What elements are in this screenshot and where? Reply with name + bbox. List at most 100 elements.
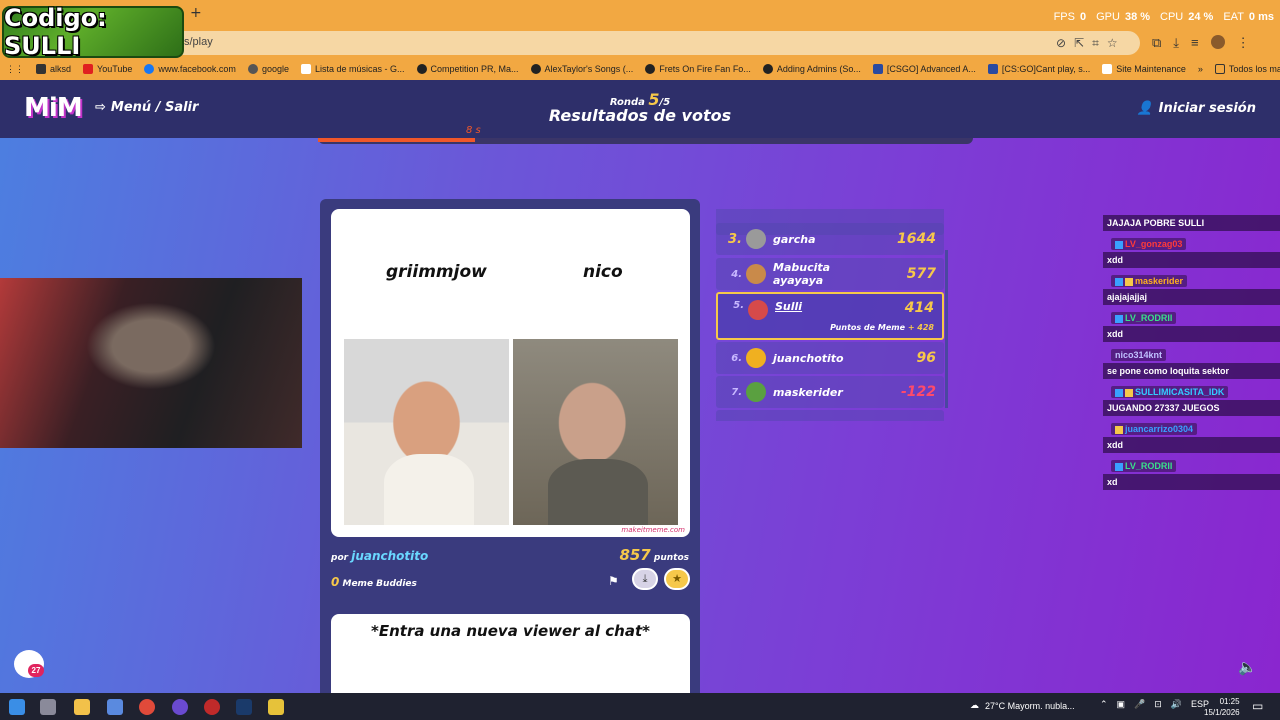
url-field[interactable]: s/play	[150, 31, 1140, 55]
download-meme-button[interactable]: ⤓	[632, 568, 658, 590]
volume-icon[interactable]: 🔊	[1171, 699, 1182, 710]
install-icon[interactable]: ⇱	[1074, 36, 1084, 51]
windows-start-icon[interactable]	[9, 699, 25, 715]
extensions-icon[interactable]: ⧉	[1152, 35, 1161, 51]
timer-bar	[318, 138, 973, 144]
badge-icon	[1125, 277, 1133, 286]
bookmark-item[interactable]: Site Maintenance	[1096, 64, 1192, 74]
apps-grid-icon[interactable]: ⋮⋮	[0, 64, 30, 75]
new-tab-button[interactable]: +	[190, 5, 202, 21]
badge-icon	[1115, 314, 1123, 323]
task-view-icon[interactable]	[40, 699, 56, 715]
meme-panel: griimmjow nico makeitmeme.com por juanch…	[320, 199, 700, 693]
cloud-icon: ☁	[970, 700, 979, 710]
profile-avatar[interactable]	[1210, 35, 1225, 49]
meme-image-left	[344, 339, 509, 525]
ranking-row: 4. Mabucita ayayaya 577	[716, 258, 944, 290]
kebab-menu-icon[interactable]: ⋮	[1237, 35, 1250, 51]
chat-message: JAJAJA POBRE SULLI	[1103, 215, 1280, 231]
chat-message: juancarrizo0304 xdd	[1103, 419, 1280, 453]
bookmarks-folder[interactable]: Todos los marcadores	[1209, 64, 1280, 74]
bookmark-item[interactable]: www.facebook.com	[138, 64, 242, 74]
chat-message: LV_RODRII xd	[1103, 456, 1280, 490]
taskbar: ☁ 27°C Mayorm. nubla... ⌃ ▣ 🎤 ⊡ 🔊 ESP 01:…	[0, 693, 1280, 720]
report-flag-icon[interactable]: ⚑	[608, 574, 619, 588]
chat-message: maskerider ajajajajjaj	[1103, 271, 1280, 305]
bookmark-item[interactable]: Adding Admins (So...	[757, 64, 867, 74]
bookmark-item[interactable]: alksd	[30, 64, 77, 74]
meme-image-right	[513, 339, 678, 525]
weather-widget[interactable]: ☁ 27°C Mayorm. nubla...	[970, 700, 1075, 711]
avatar	[746, 382, 766, 402]
browser-toolbar: ⧉ ⤓ ≡ ⋮	[1152, 35, 1250, 51]
perf-cpu: CPU 24 %	[1160, 11, 1214, 23]
clock[interactable]: 01:25 15/1/2026	[1204, 696, 1240, 718]
chat-message: LV_gonzag03 xdd	[1103, 234, 1280, 268]
meme-caption-right: nico	[583, 262, 623, 282]
notification-badge: 27	[28, 664, 44, 677]
badge-icon	[1115, 388, 1123, 397]
bookmark-item[interactable]: Competition PR, Ma...	[411, 64, 525, 74]
ranking-row-partial	[716, 410, 944, 421]
badge-icon	[1115, 240, 1123, 249]
steam-icon[interactable]	[236, 699, 252, 715]
meme-author: por juanchotito	[331, 549, 429, 563]
chat-message: nico314knt se pone como loquita sektor	[1103, 345, 1280, 379]
translate-icon[interactable]: ⌗	[1092, 36, 1099, 51]
bookmarks-overflow[interactable]: »	[1192, 64, 1209, 74]
star-bookmark-icon[interactable]: ☆	[1107, 36, 1118, 51]
timer-progress	[318, 138, 476, 142]
microphone-icon[interactable]: 🎤	[1134, 699, 1145, 710]
bookmark-item[interactable]: [CS:GO]Cant play, s...	[982, 64, 1096, 74]
ranking-row-current: 5. Sulli 414 Puntos de Meme + 428	[716, 292, 944, 340]
calculator-icon[interactable]	[107, 699, 123, 715]
ranking-list: 3. garcha 1644 4. Mabucita ayayaya 577 5…	[716, 209, 944, 421]
ranking-row: 7. maskerider -122	[716, 376, 944, 408]
avatar	[746, 348, 766, 368]
bookmark-item[interactable]: [CSGO] Advanced A...	[867, 64, 982, 74]
favorite-meme-button[interactable]: ★	[664, 568, 690, 590]
chrome-icon[interactable]	[139, 699, 155, 715]
file-explorer-icon[interactable]	[74, 699, 90, 715]
bookmark-item[interactable]: YouTube	[77, 64, 138, 74]
bookmark-item[interactable]: AlexTaylor's Songs (...	[525, 64, 640, 74]
bookmark-item[interactable]: Lista de músicas - G...	[295, 64, 411, 74]
url-actions: ⊘ ⇱ ⌗ ☆	[1056, 36, 1118, 51]
login-button[interactable]: 👤 Iniciar sesión	[1136, 101, 1256, 116]
avatar	[746, 264, 766, 284]
ranking-row: 3. garcha 1644	[716, 223, 944, 255]
bookmarks-bar: ⋮⋮ alksd YouTube www.facebook.com google…	[0, 58, 1280, 80]
perf-latency: EAT 0 ms	[1223, 11, 1274, 23]
chat-message: SULLIMICASITA_IDK JUGANDO 27337 JUEGOS	[1103, 382, 1280, 416]
obs-icon[interactable]	[172, 699, 188, 715]
meme-points: 857 puntos	[619, 546, 689, 564]
meme-caption-left: griimmjow	[386, 262, 487, 282]
meme-buddies: 0 Meme Buddies	[331, 575, 417, 589]
webcam-overlay	[0, 278, 302, 448]
chevron-up-icon[interactable]: ⌃	[1100, 699, 1108, 710]
download-icon[interactable]: ⤓	[1173, 35, 1179, 51]
playlist-icon[interactable]: ≡	[1191, 35, 1199, 51]
tray-app-icon[interactable]: ▣	[1117, 699, 1126, 710]
network-icon[interactable]: ⊡	[1154, 699, 1162, 710]
timer-label: 8 s	[466, 125, 481, 136]
meme-card: griimmjow nico makeitmeme.com	[331, 209, 690, 537]
bookmark-item[interactable]: Frets On Fire Fan Fo...	[639, 64, 757, 74]
browser-tab-bar: + FPS 0 GPU 38 % CPU 24 % EAT 0 ms	[0, 0, 1280, 28]
notification-center-icon[interactable]: ▭	[1252, 699, 1263, 713]
perf-fps: FPS 0	[1053, 11, 1087, 23]
avatar	[748, 300, 768, 320]
gauge-app-icon[interactable]	[204, 699, 220, 715]
user-icon: 👤	[1136, 101, 1153, 116]
site-header: MiM ⇨ Menú / Salir Ronda 5/5 Resultados d…	[0, 80, 1280, 138]
sound-toggle-icon[interactable]: 🔈	[1238, 658, 1257, 676]
meme-points-gain: Puntos de Meme + 428	[830, 323, 934, 332]
ranking-scrollbar[interactable]	[945, 250, 948, 408]
app-icon[interactable]	[268, 699, 284, 715]
badge-icon	[1115, 425, 1123, 434]
bookmark-item[interactable]: google	[242, 64, 295, 74]
next-meme-card: *Entra una nueva viewer al chat*	[331, 614, 690, 693]
eye-off-icon[interactable]: ⊘	[1056, 36, 1066, 51]
avatar	[746, 229, 766, 249]
badge-icon	[1115, 462, 1123, 471]
